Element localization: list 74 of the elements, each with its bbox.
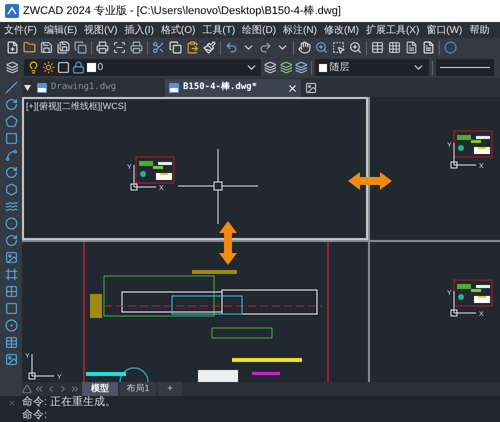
folder-icon[interactable] (23, 41, 36, 54)
layer-state-icon[interactable] (280, 61, 292, 74)
print-icon[interactable] (96, 41, 109, 54)
new-tab-icon[interactable] (305, 82, 317, 94)
save-as-icon[interactable] (57, 41, 70, 54)
sun-icon[interactable] (42, 61, 55, 74)
menu-item[interactable]: 窗口(W) (426, 22, 462, 38)
color-value: 随层 (330, 61, 351, 75)
menu-item[interactable]: 绘图(D) (242, 22, 276, 38)
drawing-thumbnail (453, 130, 493, 158)
drawing-thumbnail (135, 156, 175, 184)
command-line: 命令: (22, 409, 48, 422)
close-tab-icon[interactable] (287, 82, 298, 94)
layout-tab[interactable]: 模型 (82, 382, 118, 396)
zoom-window-icon[interactable] (332, 41, 345, 54)
new-layout-button[interactable]: + (158, 382, 182, 396)
layout-tab[interactable]: 布局1 (120, 382, 156, 396)
last-tab-icon[interactable] (70, 384, 80, 394)
app-logo-icon (5, 4, 19, 18)
redo-icon[interactable] (259, 41, 272, 54)
line-icon[interactable] (4, 81, 18, 94)
scroll-up-icon[interactable] (22, 384, 32, 394)
menu-item[interactable]: 工具(T) (202, 22, 236, 38)
tab-list-caret-icon[interactable] (24, 84, 31, 90)
document-tab[interactable]: B150-4-棒.dwg* (165, 79, 301, 97)
lock-icon[interactable] (72, 61, 85, 74)
linetype-dropdown[interactable] (436, 59, 494, 76)
zoom-icon[interactable] (315, 41, 328, 54)
rectangle-icon[interactable] (4, 132, 18, 145)
crosshair-cursor-icon (178, 149, 258, 224)
window-title: ZWCAD 2024 专业版 - [C:\Users\lenovo\Desktop\B150-4-棒.dwg] (23, 4, 341, 19)
color-dropdown[interactable]: 随层 (314, 59, 429, 76)
menu-item[interactable]: 视图(V) (84, 22, 118, 38)
save-icon[interactable] (40, 41, 53, 54)
layer-match-icon[interactable] (295, 61, 308, 74)
layer-manager-icon[interactable] (6, 61, 19, 74)
layer-dropdown[interactable]: 0 (24, 59, 262, 76)
polygon-icon[interactable] (4, 115, 18, 128)
new-file-icon[interactable] (6, 41, 19, 54)
menu-item[interactable]: 修改(M) (324, 22, 359, 38)
layer-name: 0 (98, 61, 104, 75)
color-swatch-icon (86, 63, 96, 72)
menu-item[interactable]: 标注(N) (283, 22, 317, 38)
menu-item[interactable]: 格式(O) (160, 22, 196, 38)
paste-icon[interactable] (186, 41, 199, 54)
menu-item[interactable]: 插入(I) (124, 22, 154, 38)
menu-item[interactable]: 帮助 (469, 22, 490, 38)
table-icon[interactable] (4, 336, 18, 349)
layer-previous-icon[interactable] (264, 61, 277, 74)
brush-icon[interactable] (203, 41, 216, 54)
undo-icon[interactable] (225, 41, 238, 54)
bulb-icon[interactable] (26, 61, 40, 74)
drawing-thumbnail (453, 279, 493, 307)
frame-icon[interactable] (56, 61, 70, 74)
dwg-file-icon (168, 82, 180, 94)
arc-tool-icon[interactable] (4, 149, 18, 162)
horizontal-resize-arrow-icon (348, 172, 392, 190)
hand-icon[interactable] (298, 41, 311, 54)
command-line: 命令: 正在重生成。 (22, 396, 116, 409)
close-icon[interactable] (8, 399, 16, 407)
menu-item[interactable]: 文件(F) (4, 22, 37, 38)
cut-icon[interactable] (152, 41, 165, 54)
image-icon[interactable] (4, 353, 18, 366)
spline-icon[interactable] (4, 200, 18, 213)
color-swatch-icon (318, 64, 327, 72)
vertical-resize-arrow-icon (219, 221, 237, 265)
plot-icon[interactable] (130, 41, 143, 54)
viewport-label[interactable]: [+][俯视][二维线框][WCS] (26, 100, 126, 114)
dwg-file-icon (36, 82, 48, 94)
copy-icon[interactable] (169, 41, 182, 54)
first-tab-icon[interactable] (34, 384, 44, 394)
menu-item[interactable]: 扩展工具(X) (366, 22, 420, 38)
menu-item[interactable]: 编辑(E) (44, 22, 78, 38)
sheet-icon[interactable] (422, 41, 435, 54)
